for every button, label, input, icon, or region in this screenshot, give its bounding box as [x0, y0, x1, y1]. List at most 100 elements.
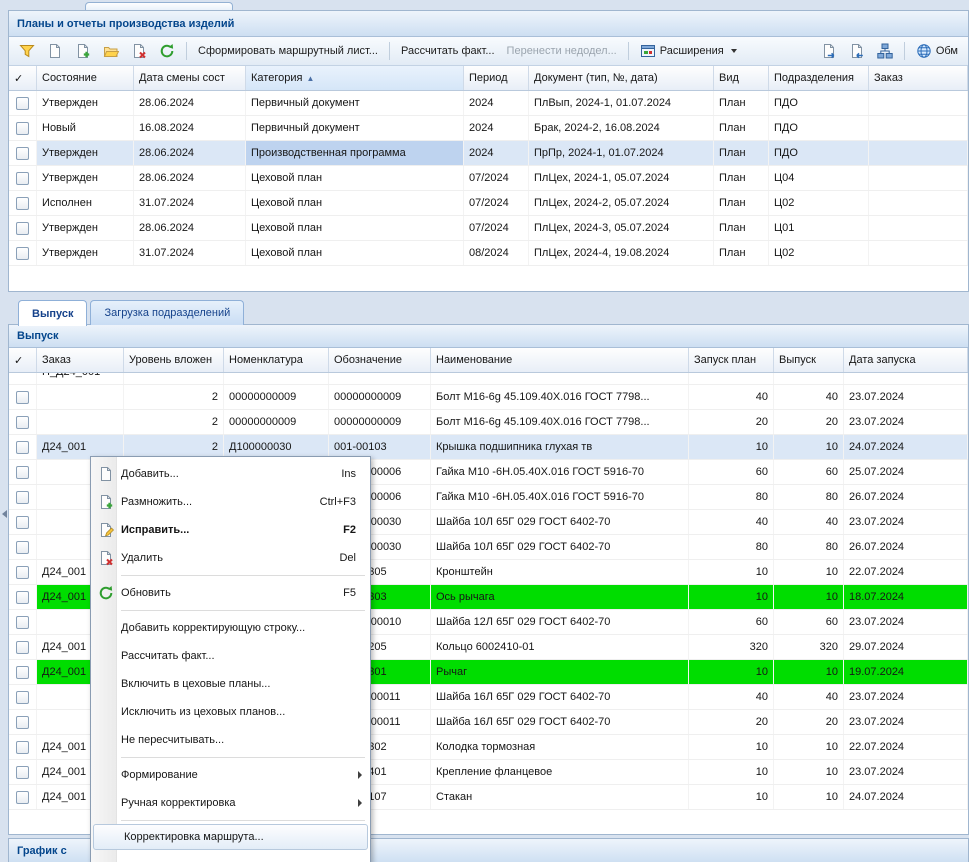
menu-exclude-shop-plans[interactable]: Исключить из цеховых планов...: [91, 698, 370, 726]
column-header-period[interactable]: Период: [464, 66, 529, 90]
menu-include-shop-plans[interactable]: Включить в цеховые планы...: [91, 670, 370, 698]
column-header-name[interactable]: Наименование: [431, 348, 689, 372]
carry-over-button-label: Перенести недодел...: [507, 45, 617, 57]
cell-state: Новый: [37, 116, 134, 140]
filter-button[interactable]: [14, 41, 40, 61]
menu-clone[interactable]: Размножить...Ctrl+F3: [91, 488, 370, 516]
row-checkbox[interactable]: [16, 416, 29, 429]
table-row[interactable]: 20000000000900000000009Болт М16-6g 45.10…: [9, 410, 968, 435]
tab-vypusk[interactable]: Выпуск: [18, 300, 87, 326]
column-header-check[interactable]: ✓: [9, 66, 37, 90]
window-tab-fragment[interactable]: [85, 2, 233, 10]
menu-refresh[interactable]: ОбновитьF5: [91, 579, 370, 607]
column-header-state[interactable]: Состояние: [37, 66, 134, 90]
exchange-button[interactable]: Обм: [911, 41, 963, 61]
calc-fact-button[interactable]: Рассчитать факт...: [396, 43, 500, 59]
refresh-button[interactable]: [154, 41, 180, 61]
row-checkbox[interactable]: [16, 147, 29, 160]
column-header-kind[interactable]: Вид: [714, 66, 769, 90]
row-checkbox[interactable]: [16, 641, 29, 654]
row-checkbox[interactable]: [16, 491, 29, 504]
menu-separator: [121, 820, 365, 821]
export-button[interactable]: [816, 41, 842, 61]
row-checkbox[interactable]: [16, 716, 29, 729]
menu-delete[interactable]: УдалитьDel: [91, 544, 370, 572]
row-checkbox[interactable]: [16, 516, 29, 529]
row-checkbox[interactable]: [16, 391, 29, 404]
import-button[interactable]: [844, 41, 870, 61]
column-header-category[interactable]: Категория▲: [246, 66, 464, 90]
menu-calc-fact[interactable]: Рассчитать факт...: [91, 642, 370, 670]
column-header-order[interactable]: Заказ: [869, 66, 968, 90]
row-checkbox[interactable]: [16, 541, 29, 554]
column-header-level[interactable]: Уровень вложен: [124, 348, 224, 372]
cell-value: 60: [756, 466, 768, 478]
table-row[interactable]: Утвержден28.06.2024Цеховой план07/2024Пл…: [9, 166, 968, 191]
column-header-out[interactable]: Выпуск: [774, 348, 844, 372]
table-row[interactable]: Утвержден28.06.2024Производственная прог…: [9, 141, 968, 166]
menu-add[interactable]: Добавить...Ins: [91, 460, 370, 488]
tab-zagruzka-podrazdelenij[interactable]: Загрузка подразделений: [90, 300, 244, 325]
menu-separator: [121, 575, 365, 576]
cell-out: 20: [774, 710, 844, 734]
row-checkbox[interactable]: [16, 691, 29, 704]
table-row[interactable]: Утвержден28.06.2024Цеховой план07/2024Пл…: [9, 216, 968, 241]
row-checkbox[interactable]: [16, 566, 29, 579]
cell-value: План: [719, 97, 746, 109]
cell-value: 23.07.2024: [849, 766, 904, 778]
row-checkbox[interactable]: [16, 766, 29, 779]
cell-date: 23.07.2024: [844, 760, 968, 784]
add-doc-icon: [91, 466, 121, 482]
cell-period: 08/2024: [464, 241, 529, 265]
clone-button[interactable]: [70, 41, 96, 61]
menu-no-recalc[interactable]: Не пересчитывать...: [91, 726, 370, 754]
row-checkbox[interactable]: [16, 97, 29, 110]
column-header-date[interactable]: Дата запуска: [844, 348, 968, 372]
row-checkbox[interactable]: [16, 122, 29, 135]
cell-date: 23.07.2024: [844, 510, 968, 534]
column-header-doc[interactable]: Документ (тип, №, дата): [529, 66, 714, 90]
table-row[interactable]: Утвержден28.06.2024Первичный документ202…: [9, 91, 968, 116]
column-header-plan[interactable]: Запуск план: [689, 348, 774, 372]
table-row[interactable]: Исполнен31.07.2024Цеховой план07/2024ПлЦ…: [9, 191, 968, 216]
extensions-button[interactable]: Расширения: [635, 41, 742, 61]
table-row[interactable]: Утвержден31.07.2024Цеховой план08/2024Пл…: [9, 241, 968, 266]
row-checkbox[interactable]: [16, 172, 29, 185]
row-checkbox-cell: [9, 760, 37, 784]
column-header-date[interactable]: Дата смены сост: [134, 66, 246, 90]
cell-division: Ц02: [769, 191, 869, 215]
west-collapse-handle[interactable]: [0, 503, 8, 525]
menu-add-correction-row[interactable]: Добавить корректирующую строку...: [91, 614, 370, 642]
column-header-check[interactable]: ✓: [9, 348, 37, 372]
row-checkbox[interactable]: [16, 222, 29, 235]
delete-button[interactable]: [126, 41, 152, 61]
row-checkbox[interactable]: [16, 666, 29, 679]
table-row[interactable]: Н_Д24_001: [9, 373, 968, 385]
open-button[interactable]: [98, 41, 124, 61]
row-checkbox[interactable]: [16, 791, 29, 804]
menu-route-correction[interactable]: Корректировка маршрута...: [93, 824, 368, 850]
row-checkbox[interactable]: [16, 197, 29, 210]
menu-edit[interactable]: Исправить...F2: [91, 516, 370, 544]
row-checkbox[interactable]: [16, 591, 29, 604]
sitemap-button[interactable]: [872, 41, 898, 61]
column-header-division[interactable]: Подразделения: [769, 66, 869, 90]
column-header-des[interactable]: Обозначение: [329, 348, 431, 372]
row-checkbox[interactable]: [16, 466, 29, 479]
cell-value: План: [719, 222, 746, 234]
row-checkbox[interactable]: [16, 247, 29, 260]
cell-nom: 00000000009: [224, 385, 329, 409]
row-checkbox[interactable]: [16, 441, 29, 454]
add-button[interactable]: [42, 41, 68, 61]
route-sheet-button[interactable]: Сформировать маршрутный лист...: [193, 43, 383, 59]
column-header-nom[interactable]: Номенклатура: [224, 348, 329, 372]
row-checkbox[interactable]: [16, 741, 29, 754]
menu-manual-correction[interactable]: Ручная корректировка: [91, 789, 370, 817]
menu-formation[interactable]: Формирование: [91, 761, 370, 789]
column-header-order[interactable]: Заказ: [37, 348, 124, 372]
row-checkbox[interactable]: [16, 616, 29, 629]
table-row[interactable]: 20000000000900000000009Болт М16-6g 45.10…: [9, 385, 968, 410]
column-header-label: Документ (тип, №, дата): [534, 72, 658, 84]
cell-value: Кольцо 6002410-01: [436, 641, 535, 653]
table-row[interactable]: Новый16.08.2024Первичный документ2024Бра…: [9, 116, 968, 141]
